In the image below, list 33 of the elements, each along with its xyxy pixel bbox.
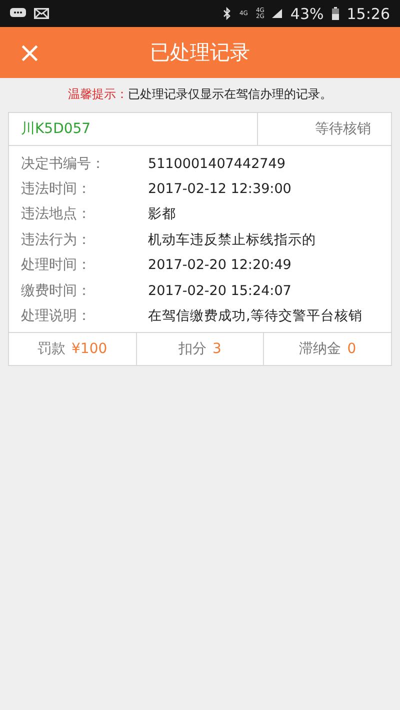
signal-icon (272, 9, 282, 18)
field-label: 处理时间： (20, 256, 92, 274)
field-label: 违法时间： (20, 180, 92, 198)
page-title: 已处理记录 (150, 40, 250, 64)
summary-value: 0 (347, 340, 356, 357)
summary-label: 扣分 (178, 340, 207, 358)
field-label: 处理说明： (20, 307, 92, 326)
field-value: 机动车违反禁止标线指示的 (148, 230, 316, 249)
close-button[interactable]: × (18, 38, 40, 66)
field-label: 违法行为： (20, 230, 92, 249)
summary-value: ¥100 (72, 340, 108, 357)
summary-label: 滞纳金 (299, 340, 342, 358)
battery-percentage: 43% (290, 4, 324, 22)
mail-icon (34, 8, 49, 19)
plate-number: 川K5D057 (9, 113, 258, 145)
summary-label: 罚款 (38, 340, 66, 358)
notice-text: 已处理记录仅显示在驾信办理的记录。 (128, 86, 332, 103)
field-label: 决定书编号： (20, 154, 106, 173)
field-label: 缴费时间： (20, 282, 92, 300)
field-value: 2017-02-20 12:20:49 (148, 257, 292, 274)
notice-label: 温馨提示： (68, 86, 128, 103)
field-value: 5110001407442749 (148, 156, 286, 172)
field-value: 在驾信缴费成功,等待交警平台核销 (148, 307, 362, 326)
message-icon (10, 8, 26, 19)
summary-value: 3 (212, 340, 222, 357)
clock: 15:26 (346, 4, 390, 22)
field-value: 2017-02-20 15:24:07 (148, 282, 292, 299)
field-value: 影都 (148, 205, 176, 224)
field-value: 2017-02-12 12:39:00 (148, 181, 292, 198)
bluetooth-icon (223, 7, 232, 20)
status-text: 等待核销 (314, 120, 372, 139)
field-label: 违法地点： (20, 205, 92, 224)
battery-icon (332, 7, 339, 20)
